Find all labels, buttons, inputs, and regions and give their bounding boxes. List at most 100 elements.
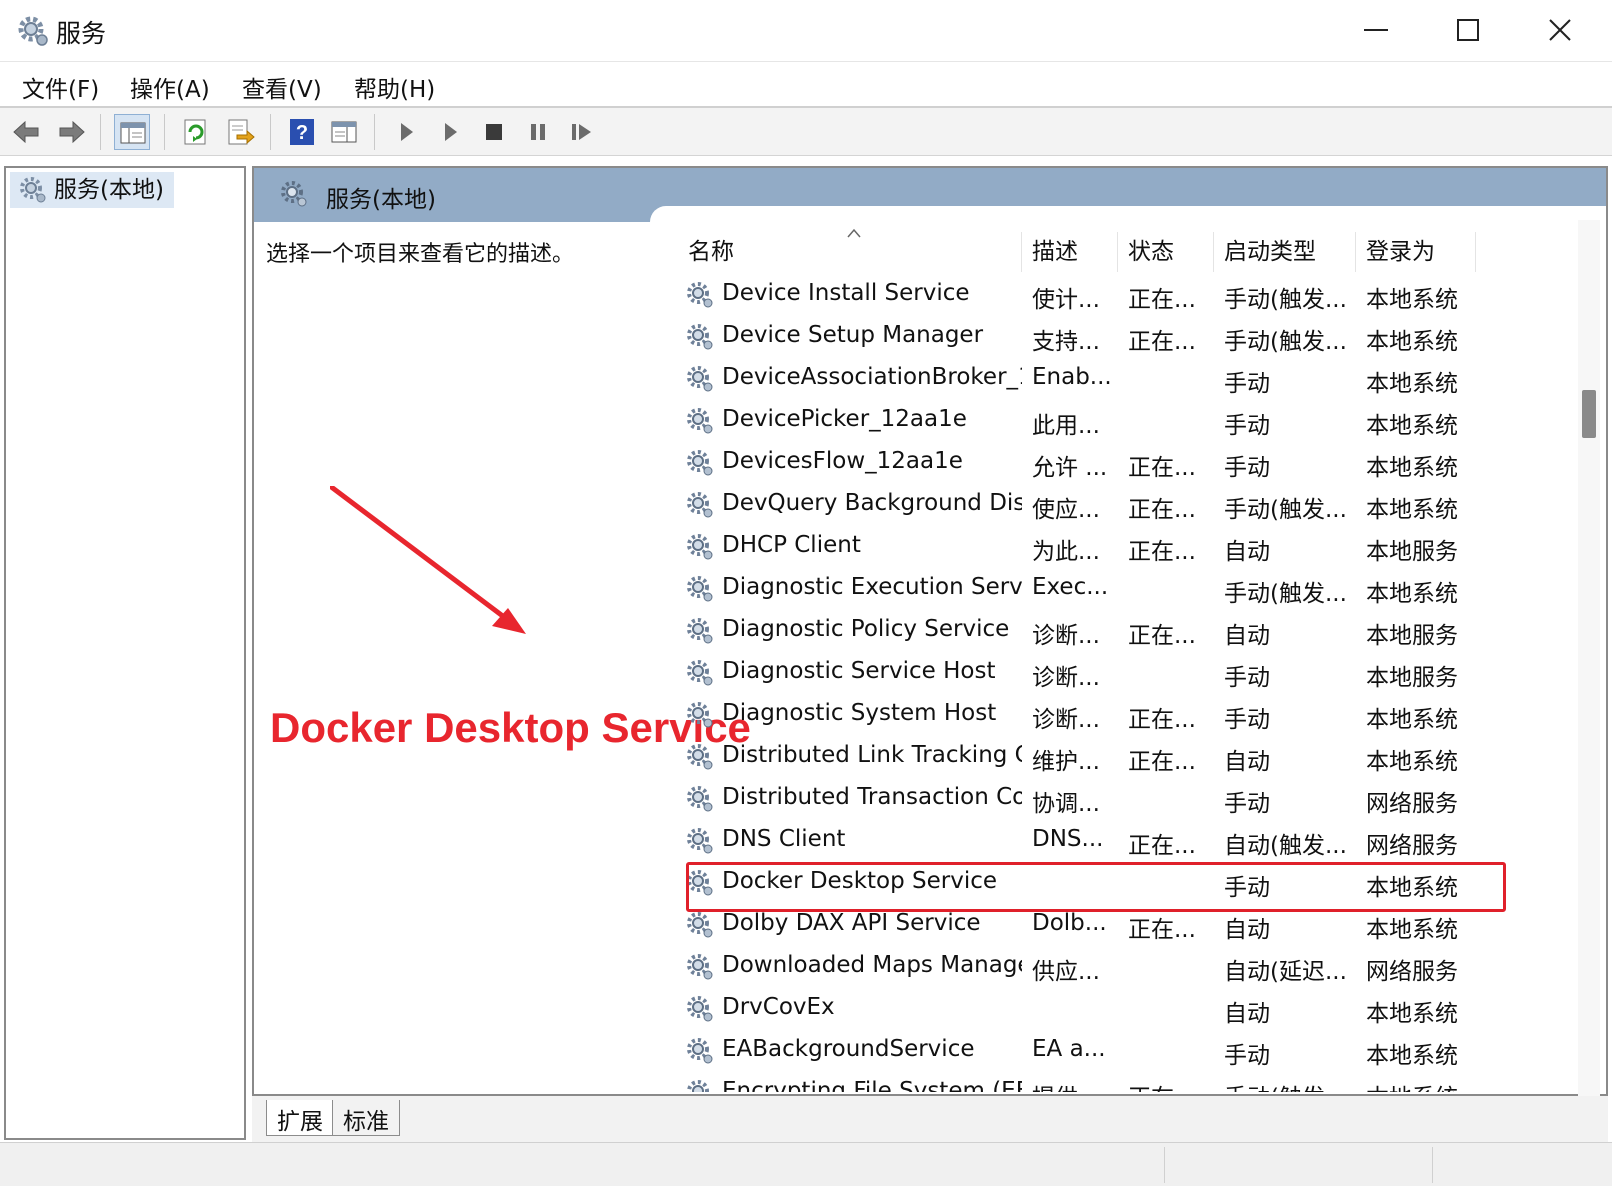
status-bar [0,1142,1612,1186]
service-description: 此用... [1032,413,1100,439]
table-row[interactable]: EABackgroundService EA a... 手动 本地系统 [678,1030,1558,1072]
back-button[interactable] [8,114,44,150]
service-name: Diagnostic Service Host [722,658,996,684]
service-name: DHCP Client [722,532,861,558]
table-row[interactable]: DevQuery Background Dis... 使应... 正在... 手动(触… [678,484,1558,526]
service-description: 诊断... [1032,623,1100,649]
service-description: Enab... [1032,364,1112,390]
table-row[interactable]: Diagnostic System Host 诊断... 正在... 手动 本地系统 [678,694,1558,736]
table-row[interactable]: DrvCovEx 自动 本地系统 [678,988,1558,1030]
service-description: Exec... [1032,574,1109,600]
help-button[interactable]: ? [284,114,320,150]
service-description: 协调... [1032,791,1100,817]
title-bar: 服务 [0,0,1612,62]
table-row[interactable]: Diagnostic Service Host 诊断... 手动 本地服务 [678,652,1558,694]
refresh-button[interactable] [178,114,214,150]
tab-extended[interactable]: 扩展 [266,1100,334,1136]
table-row[interactable]: Device Install Service 使计... 正在... 手动(触发...… [678,274,1558,316]
column-logon-as[interactable]: 登录为 [1356,232,1476,272]
tree-item-services-local[interactable]: 服务(本地) [10,172,174,208]
service-gear-icon [684,993,716,1025]
service-startup-type: 手动 [1224,791,1270,817]
service-status: 正在... [1128,1078,1212,1092]
service-logon-as: 本地系统 [1366,581,1458,607]
service-logon-as: 网络服务 [1366,791,1458,817]
menu-action[interactable]: 操作(A) [130,70,210,104]
properties-button[interactable] [326,114,362,150]
service-logon-as: 本地系统 [1366,707,1458,733]
service-startup-type: 自动 [1224,749,1270,775]
service-name: DevicePicker_12aa1e [722,406,967,432]
service-name: Diagnostic Execution Service [722,574,1022,600]
service-name: Diagnostic Policy Service [722,616,1010,642]
table-row[interactable]: Diagnostic Policy Service 诊断... 正在... 自动 本地服… [678,610,1558,652]
service-logon-as: 本地系统 [1366,287,1458,313]
service-status: 正在... [1128,497,1196,523]
table-row[interactable]: DevicesFlow_12aa1e 允许 ... 正在... 手动 本地系统 [678,442,1558,484]
export-list-button[interactable] [222,114,258,150]
menu-help[interactable]: 帮助(H) [354,70,435,104]
stop-icon [486,124,502,140]
service-gear-icon [684,405,716,437]
start-icon [401,123,413,141]
pause-service-button[interactable] [520,114,556,150]
column-startup-type[interactable]: 启动类型 [1214,232,1356,272]
service-status: 正在... [1128,833,1196,859]
service-startup-type: 自动 [1224,539,1270,565]
service-status: 正在... [1128,917,1196,943]
start-alt-icon [445,123,457,141]
start-service-button[interactable] [388,114,424,150]
back-icon [13,120,39,144]
column-status[interactable]: 状态 [1118,232,1214,272]
highlight-box [686,862,1506,912]
vertical-scrollbar[interactable] [1578,220,1600,1098]
table-row[interactable]: Device Setup Manager 支持... 正在... 手动(触发... 本地… [678,316,1558,358]
scroll-thumb[interactable] [1582,390,1596,438]
table-row[interactable]: DNS Client DNS... 正在... 自动(触发... 网络服务 [678,820,1558,862]
table-row[interactable]: Diagnostic Execution Service Exec... 手动(触发… [678,568,1558,610]
table-row[interactable]: DHCP Client 为此... 正在... 自动 本地服务 [678,526,1558,568]
tab-standard[interactable]: 标准 [332,1100,400,1136]
toolbar: ? [0,108,1612,156]
service-description: 提供... [1032,1078,1116,1092]
description-text: 选择一个项目来查看它的描述。 [266,242,575,267]
service-name: DevicesFlow_12aa1e [722,448,963,474]
menu-file[interactable]: 文件(F) [22,70,99,104]
service-gear-icon [684,741,716,773]
column-description[interactable]: 描述 [1022,232,1118,272]
panel-header: 服务(本地) [254,168,1606,226]
close-button[interactable] [1514,0,1606,62]
service-startup-type: 手动(触发... [1224,1078,1354,1092]
maximize-button[interactable] [1422,0,1514,62]
table-row[interactable]: DeviceAssociationBroker_1... Enab... 手动 本地系… [678,358,1558,400]
service-name: DevQuery Background Dis... [722,490,1022,516]
table-row[interactable]: Distributed Link Tracking C... 维护... 正在...… [678,736,1558,778]
column-name[interactable]: 名称 [678,232,1022,272]
service-logon-as: 本地系统 [1366,455,1458,481]
service-description: 为此... [1032,539,1100,565]
table-row[interactable]: Encrypting File System (EFS) 提供... 正在... 手动… [678,1072,1558,1092]
service-gear-icon [684,909,716,941]
show-hide-tree-button[interactable] [114,114,150,150]
service-gear-icon [684,531,716,563]
close-icon [1549,19,1571,41]
service-logon-as: 本地系统 [1366,371,1458,397]
service-startup-type: 手动 [1224,665,1270,691]
service-name: Device Setup Manager [722,322,984,348]
export-list-icon [228,119,255,145]
service-startup-type: 自动 [1224,917,1270,943]
table-row[interactable]: DevicePicker_12aa1e 此用... 手动 本地系统 [678,400,1558,442]
service-startup-type: 手动(触发... [1224,497,1347,523]
start-service-alt-button[interactable] [432,114,468,150]
service-description: 维护... [1032,749,1100,775]
service-description: DNS... [1032,826,1104,852]
table-row[interactable]: Distributed Transaction Co... 协调... 手动 网络服务 [678,778,1558,820]
service-gear-icon [684,573,716,605]
minimize-button[interactable] [1330,0,1422,62]
restart-service-button[interactable] [564,114,600,150]
table-row[interactable]: Downloaded Maps Manager 供应... 自动(延迟... 网络服务 [678,946,1558,988]
forward-button[interactable] [54,114,90,150]
stop-service-button[interactable] [476,114,512,150]
menu-view[interactable]: 查看(V) [242,70,322,104]
service-description: 允许 ... [1032,455,1108,481]
